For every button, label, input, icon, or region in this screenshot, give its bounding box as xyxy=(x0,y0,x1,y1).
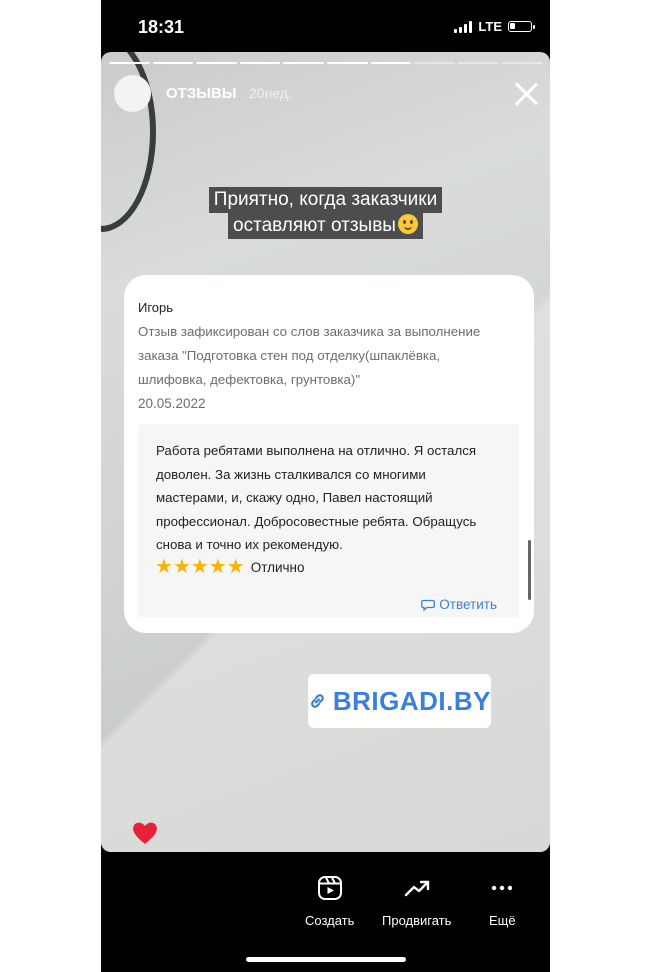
signal-icon xyxy=(454,20,473,33)
trending-up-icon xyxy=(404,880,429,897)
reels-icon xyxy=(317,876,342,900)
network-label: LTE xyxy=(478,19,502,34)
scrollbar[interactable] xyxy=(528,540,531,600)
review-date: 20.05.2022 xyxy=(138,396,206,411)
create-button[interactable]: Создать xyxy=(305,875,354,928)
smiley-icon xyxy=(397,214,418,234)
battery-icon xyxy=(508,21,535,32)
status-time: 18:31 xyxy=(138,17,185,37)
story-caption: Приятно, когда заказчики оставляют отзыв… xyxy=(101,187,550,239)
star-icon: ★ xyxy=(208,556,227,578)
reply-label: Ответить xyxy=(439,597,497,612)
more-label: Ещё xyxy=(489,913,516,928)
caption-line-1: Приятно, когда заказчики xyxy=(208,187,443,213)
like-heart-icon[interactable] xyxy=(131,820,159,846)
link-icon xyxy=(311,694,324,708)
star-icon: ★ xyxy=(190,556,209,578)
close-button[interactable] xyxy=(512,80,540,108)
story-progress xyxy=(109,62,542,64)
promote-label: Продвигать xyxy=(382,913,452,928)
comment-icon xyxy=(421,599,436,611)
promote-button[interactable]: Продвигать xyxy=(382,875,451,928)
status-icons: LTE xyxy=(454,19,535,34)
story-age: 20нед. xyxy=(249,85,292,101)
story-view[interactable]: ОТЗЫВЫ 20нед. Приятно, когда заказчики о… xyxy=(101,52,550,852)
star-icon: ★ xyxy=(226,556,245,578)
review-text: Работа ребятами выполнена на отлично. Я … xyxy=(156,443,477,552)
link-sticker[interactable]: BRIGADI.BY xyxy=(308,674,491,728)
caption-line-2: оставляют отзывы xyxy=(233,215,396,236)
phone-screen: 18:31 LTE ОТЗЫВЫ 20нед. Приятно, когда з… xyxy=(101,0,550,972)
story-account-name[interactable]: ОТЗЫВЫ xyxy=(166,85,236,102)
review-note: Отзыв зафиксирован со слов заказчика за … xyxy=(138,324,481,387)
link-text: BRIGADI.BY xyxy=(332,685,491,716)
review-body: Работа ребятами выполнена на отлично. Я … xyxy=(138,424,519,617)
create-label: Создать xyxy=(305,913,355,928)
rating: ★ ★ ★ ★ ★ Отлично xyxy=(155,557,305,577)
avatar[interactable] xyxy=(114,75,151,112)
reviewer-name: Игорь xyxy=(138,300,174,315)
star-icon: ★ xyxy=(155,556,173,578)
reply-button[interactable]: Ответить xyxy=(421,597,497,612)
review-card: Игорь Отзыв зафиксирован со слов заказчи… xyxy=(124,275,534,633)
star-icon: ★ xyxy=(172,556,191,578)
more-dots-icon xyxy=(492,885,513,891)
more-button[interactable]: Ещё xyxy=(489,875,516,928)
home-indicator[interactable] xyxy=(246,957,406,962)
rating-label: Отлично xyxy=(250,559,305,575)
